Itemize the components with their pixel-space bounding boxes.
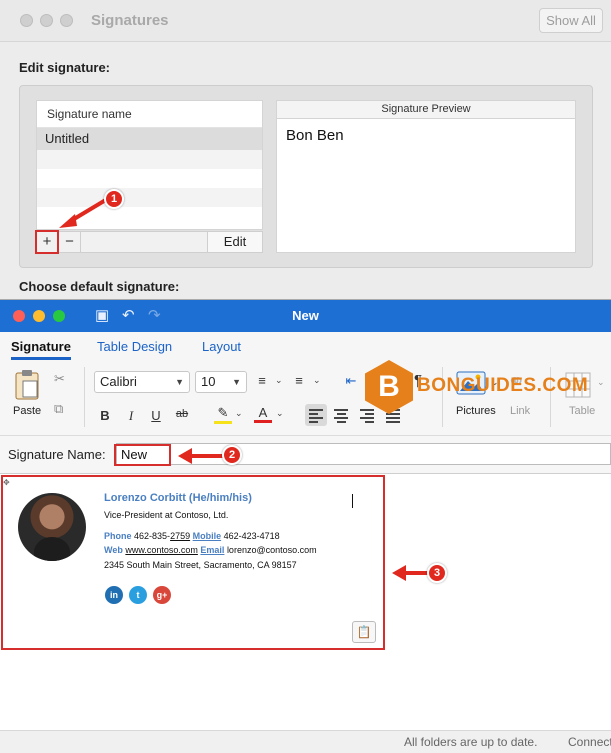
decrease-indent-icon[interactable]: ⇤ (342, 373, 360, 389)
signatures-title: Signatures (91, 12, 169, 29)
annotation-box-2 (114, 444, 171, 466)
callout-badge-1: 1 (104, 189, 124, 209)
font-family-dropdown[interactable]: Calibri ▼ (94, 371, 190, 393)
chevron-down-icon[interactable]: ⌄ (275, 375, 283, 386)
align-right-button[interactable] (356, 404, 378, 426)
chevron-down-icon[interactable]: ⌄ (276, 408, 284, 419)
chevron-down-icon[interactable]: ⌄ (235, 408, 243, 419)
chevron-down-icon: ▼ (232, 377, 241, 387)
remove-signature-button[interactable]: − (59, 232, 81, 252)
new-signature-window: ▣ ↶ ↷ New Signature Table Design Layout … (0, 299, 611, 753)
copy-icon[interactable]: ⧉ (54, 401, 63, 417)
status-bar: All folders are up to date. Connected (0, 730, 611, 753)
ribbon-toolbar: Paste ✂ ⧉ Calibri ▼ 10 ▼ ≡ ⌄ ≡ ⌄ ⇤ ⇥ ¶ B… (0, 361, 611, 436)
choose-default-heading: Choose default signature: (19, 279, 180, 294)
tab-table-design[interactable]: Table Design (97, 339, 172, 354)
list-header: Signature name (37, 101, 262, 128)
align-center-button[interactable] (330, 404, 352, 426)
new-window-titlebar: ▣ ↶ ↷ New (0, 300, 611, 332)
tab-layout[interactable]: Layout (202, 339, 241, 354)
ribbon-tabs: Signature Table Design Layout (0, 332, 611, 361)
list-item[interactable]: Untitled (37, 128, 262, 150)
callout-badge-3: 3 (427, 563, 447, 583)
signature-name-label: Signature Name: (8, 447, 106, 462)
font-size-dropdown[interactable]: 10 ▼ (195, 371, 247, 393)
minimize-window-button[interactable] (40, 14, 53, 27)
arrow-annotation-2 (178, 448, 224, 464)
table-label: Table (569, 405, 596, 417)
cut-icon[interactable]: ✂ (54, 371, 65, 387)
chevron-down-icon: ▼ (175, 377, 184, 387)
font-color-icon[interactable]: A (254, 405, 272, 423)
underline-icon[interactable]: U (147, 408, 165, 423)
connection-status: Connected (568, 735, 611, 749)
ribbon-separator (84, 367, 85, 427)
signatures-titlebar: Signatures Show All (0, 0, 611, 42)
signature-preview: Signature Preview Bon Ben (276, 100, 576, 253)
watermark-text: BONGUIDES.COM (417, 375, 589, 396)
list-item-empty (37, 150, 262, 169)
show-all-button[interactable]: Show All (539, 8, 603, 33)
signature-name-row: Signature Name: (0, 436, 611, 474)
paste-label: Paste (13, 405, 42, 417)
close-window-button[interactable] (20, 14, 33, 27)
preview-text: Bon Ben (286, 127, 344, 144)
link-label: Link (510, 405, 531, 417)
annotation-box-3 (1, 475, 385, 650)
font-size-value: 10 (201, 374, 216, 389)
pictures-label: Pictures (456, 405, 496, 417)
strikethrough-icon[interactable]: ab (173, 408, 191, 420)
bold-icon[interactable]: B (96, 408, 114, 423)
numbering-icon[interactable]: ≡ (290, 373, 308, 388)
clipboard-icon[interactable] (13, 369, 43, 401)
signature-editor[interactable]: ✥ Lorenzo Corbitt (He/him/his) Vice-Pres… (0, 475, 611, 753)
zoom-window-button[interactable] (60, 14, 73, 27)
italic-icon[interactable]: I (122, 408, 140, 424)
new-window-title: New (292, 308, 319, 323)
list-item-empty (37, 169, 262, 188)
tab-signature[interactable]: Signature (11, 339, 71, 360)
preview-header: Signature Preview (277, 101, 575, 119)
edit-signature-button[interactable]: Edit (207, 231, 263, 253)
chevron-down-icon[interactable]: ⌄ (313, 375, 321, 386)
font-family-value: Calibri (100, 374, 137, 389)
bullets-icon[interactable]: ≡ (253, 373, 271, 388)
edit-signature-heading: Edit signature: (19, 60, 111, 75)
chevron-down-icon[interactable]: ⌄ (597, 377, 605, 388)
align-left-button[interactable] (305, 404, 327, 426)
sync-status: All folders are up to date. (404, 735, 538, 749)
callout-badge-2: 2 (222, 445, 242, 465)
highlight-icon[interactable]: ✎ (214, 405, 232, 424)
